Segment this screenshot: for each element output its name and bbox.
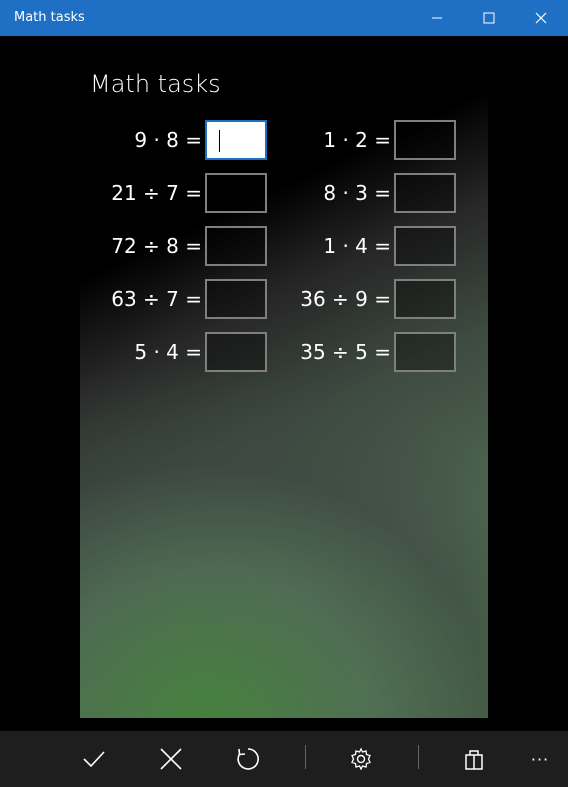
answer-input[interactable] <box>394 332 456 372</box>
answer-input[interactable] <box>394 173 456 213</box>
maximize-button[interactable] <box>466 0 512 36</box>
minimize-icon <box>432 17 442 19</box>
close-icon <box>535 12 547 24</box>
task-expression: 1 · 2 = <box>323 128 391 152</box>
task-expression: 5 · 4 = <box>134 340 202 364</box>
task-row: 5 · 4 = <box>90 332 202 372</box>
task-row: 36 ÷ 9 = <box>280 279 391 319</box>
check-button[interactable] <box>74 741 114 777</box>
answer-input[interactable] <box>205 226 267 266</box>
separator <box>418 745 419 769</box>
answer-input[interactable] <box>205 332 267 372</box>
store-button[interactable] <box>454 741 494 777</box>
window-title: Math tasks <box>14 10 85 25</box>
task-row: 35 ÷ 5 = <box>280 332 391 372</box>
task-row: 1 · 2 = <box>280 120 391 160</box>
new-tasks-button[interactable] <box>228 741 268 777</box>
task-expression: 21 ÷ 7 = <box>111 181 202 205</box>
settings-icon <box>351 747 371 771</box>
answer-input[interactable] <box>205 173 267 213</box>
task-expression: 1 · 4 = <box>323 234 391 258</box>
task-expression: 72 ÷ 8 = <box>111 234 202 258</box>
text-caret <box>219 130 220 152</box>
task-row: 1 · 4 = <box>280 226 391 266</box>
task-expression: 35 ÷ 5 = <box>300 340 391 364</box>
answer-input[interactable] <box>394 279 456 319</box>
task-expression: 63 ÷ 7 = <box>111 287 202 311</box>
close-window-button[interactable] <box>518 0 564 36</box>
separator <box>305 745 306 769</box>
more-icon: ··· <box>530 749 550 769</box>
task-row: 8 · 3 = <box>280 173 391 213</box>
answer-input[interactable] <box>394 226 456 266</box>
refresh-icon <box>237 748 259 770</box>
answer-input[interactable] <box>205 120 267 160</box>
settings-button[interactable] <box>341 741 381 777</box>
task-expression: 36 ÷ 9 = <box>300 287 391 311</box>
clear-button[interactable] <box>151 741 191 777</box>
page-title: Math tasks <box>90 70 221 98</box>
task-row: 9 · 8 = <box>90 120 202 160</box>
maximize-icon <box>483 12 495 24</box>
command-bar: ··· <box>0 731 568 787</box>
minimize-button[interactable] <box>414 0 460 36</box>
more-button[interactable]: ··· <box>520 741 560 777</box>
task-row: 21 ÷ 7 = <box>90 173 202 213</box>
task-expression: 8 · 3 = <box>323 181 391 205</box>
task-row: 72 ÷ 8 = <box>90 226 202 266</box>
answer-input[interactable] <box>205 279 267 319</box>
close-icon <box>160 748 182 770</box>
title-bar: Math tasks <box>0 0 568 36</box>
check-icon <box>83 751 105 768</box>
answer-input[interactable] <box>394 120 456 160</box>
task-expression: 9 · 8 = <box>134 128 202 152</box>
store-icon <box>465 750 483 770</box>
task-row: 63 ÷ 7 = <box>90 279 202 319</box>
